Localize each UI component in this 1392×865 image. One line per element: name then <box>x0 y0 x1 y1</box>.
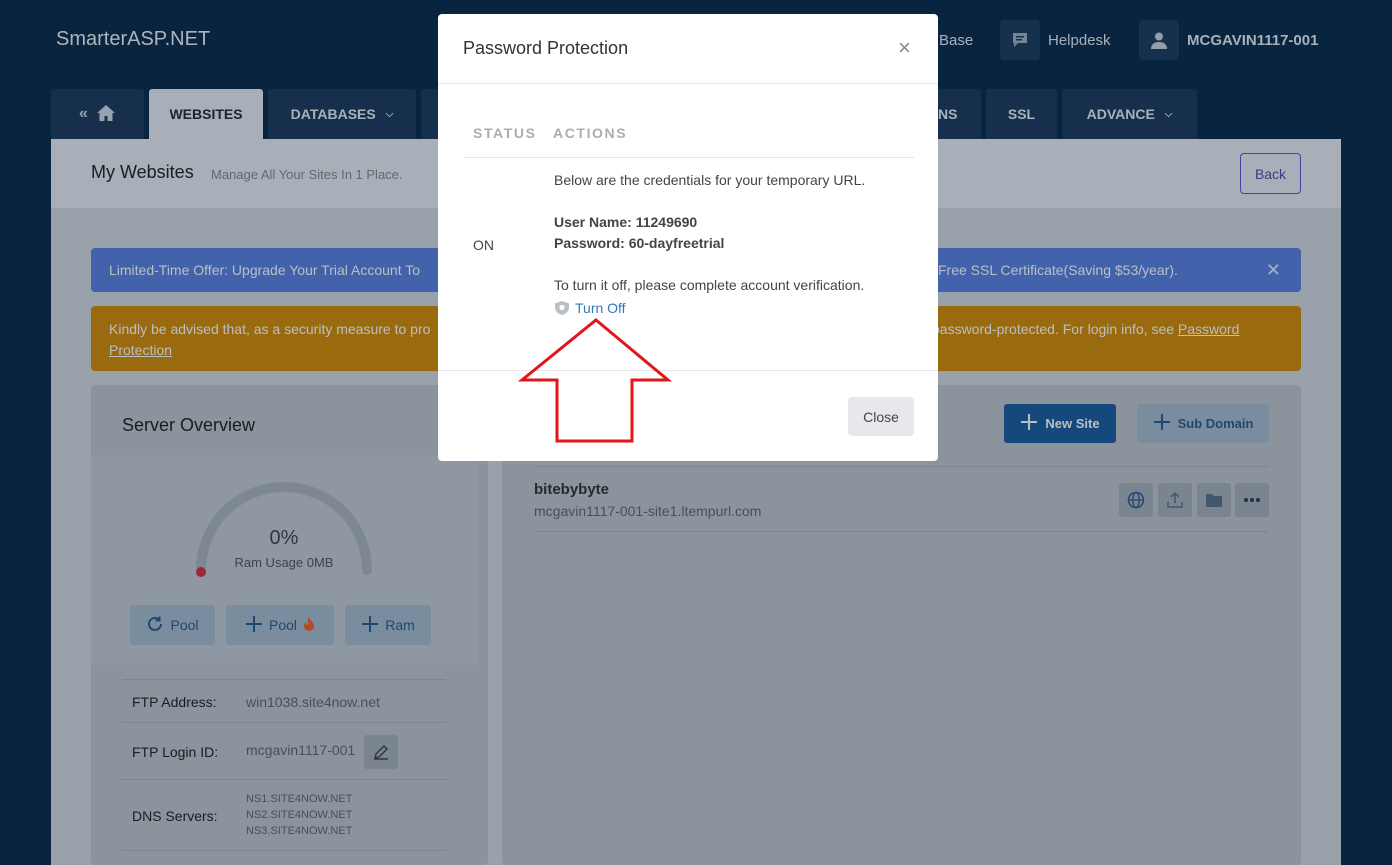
annotation-arrow-icon <box>517 318 673 443</box>
